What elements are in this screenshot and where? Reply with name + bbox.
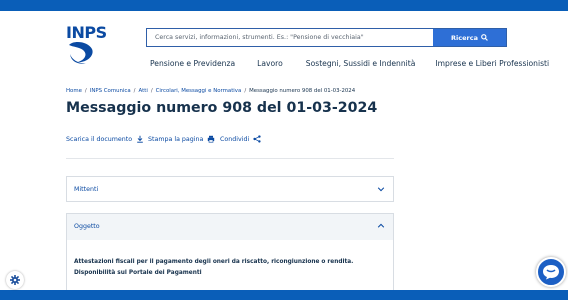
download-icon: [137, 135, 143, 143]
print-label: Stampa la pagina: [148, 135, 204, 143]
search-bar: Ricerca: [146, 28, 507, 47]
nav-item-sostegni[interactable]: Sostegni, Sussidi e Indennità: [306, 59, 416, 68]
breadcrumb-item[interactable]: INPS Comunica: [90, 88, 131, 94]
breadcrumb-separator: /: [84, 88, 87, 94]
inps-logo[interactable]: INPS: [66, 24, 107, 66]
breadcrumb-separator: /: [133, 88, 136, 94]
chat-assistant-button[interactable]: [536, 257, 566, 287]
logo-swoosh-icon: [69, 41, 93, 64]
download-label: Scarica il documento: [66, 135, 133, 143]
breadcrumb-current: Messaggio numero 908 del 01-03-2024: [249, 88, 356, 94]
top-header-bar: [0, 0, 568, 11]
accordion-oggetto[interactable]: Oggetto: [66, 213, 394, 240]
breadcrumb: Home / INPS Comunica / Atti / Circolari,…: [66, 88, 355, 94]
nav-item-pensione[interactable]: Pensione e Previdenza: [150, 59, 235, 68]
search-button-label: Ricerca: [451, 33, 478, 42]
accordion-oggetto-label: Oggetto: [74, 223, 100, 230]
nav-item-imprese[interactable]: Imprese e Liberi Professionisti: [435, 59, 549, 68]
search-button[interactable]: Ricerca: [433, 29, 506, 46]
chevron-up-icon: [377, 223, 385, 228]
breadcrumb-item[interactable]: Atti: [139, 88, 148, 94]
gear-icon: [10, 275, 20, 285]
chat-icon: [543, 265, 559, 280]
accordion-mittenti-label: Mittenti: [74, 186, 99, 193]
print-page-link[interactable]: Stampa la pagina: [148, 135, 215, 143]
oggetto-text: Attestazioni fiscali per il pagamento de…: [74, 259, 354, 276]
main-navigation: Pensione e Previdenza Lavoro Sostegni, S…: [150, 59, 549, 68]
share-link[interactable]: Condividi: [220, 135, 261, 143]
page-title: Messaggio numero 908 del 01-03-2024: [66, 100, 378, 116]
logo-text: INPS: [66, 23, 107, 42]
breadcrumb-separator: /: [244, 88, 247, 94]
print-icon: [208, 135, 215, 143]
chevron-down-icon: [377, 187, 385, 192]
search-icon: [481, 34, 488, 41]
breadcrumb-item[interactable]: Home: [66, 88, 82, 94]
cookie-settings-button[interactable]: [6, 271, 24, 289]
search-input[interactable]: [147, 29, 433, 46]
download-document-link[interactable]: Scarica il documento: [66, 135, 144, 143]
bottom-bar: [0, 290, 568, 300]
share-icon: [253, 135, 261, 143]
nav-item-lavoro[interactable]: Lavoro: [257, 59, 283, 68]
breadcrumb-separator: /: [150, 88, 153, 94]
share-label: Condividi: [220, 135, 250, 143]
breadcrumb-item[interactable]: Circolari, Messaggi e Normativa: [156, 88, 242, 94]
accordion-mittenti[interactable]: Mittenti: [66, 176, 394, 202]
section-divider: [66, 158, 394, 159]
